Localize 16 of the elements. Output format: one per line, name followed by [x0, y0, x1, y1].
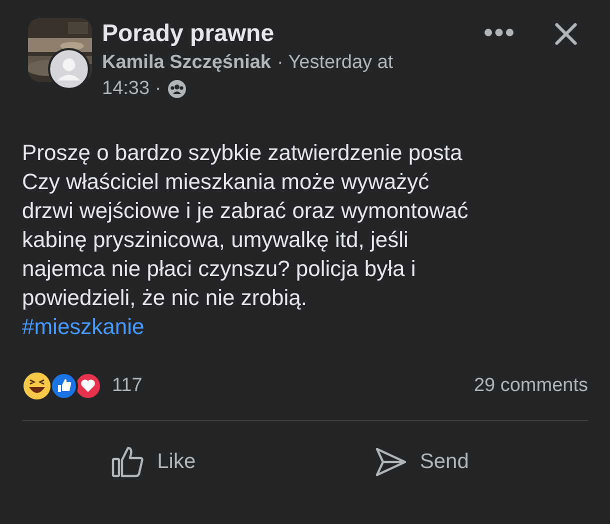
- send-button[interactable]: Send: [368, 441, 475, 483]
- more-icon[interactable]: [484, 28, 514, 37]
- like-button[interactable]: Like: [105, 441, 202, 483]
- post-time: 14:33 ·: [102, 77, 162, 101]
- author-name[interactable]: Kamila Szczęśniak: [102, 50, 271, 76]
- reaction-count: 117: [112, 375, 142, 397]
- close-icon[interactable]: [554, 22, 578, 46]
- thumbs-up-icon: [111, 445, 146, 479]
- post-date: · Yesterday at: [276, 51, 394, 75]
- user-avatar-icon[interactable]: [48, 48, 90, 90]
- comment-count[interactable]: 29 comments: [474, 375, 588, 397]
- group-icon: [167, 79, 188, 99]
- paper-plane-icon: [374, 445, 408, 479]
- group-name[interactable]: Porady prawne: [102, 18, 484, 50]
- hashtag-link[interactable]: #mieszkanie: [22, 312, 144, 341]
- post-text: Proszę o bardzo szybkie zatwierdzenie posta Czy właściciel mieszkania może wyważyć drzwi wejściowe i je zabrać oraz wymontować kabinę pryszinicowa, umywalkę itd, jeśli najemca nie płaci czynszu? policja była i powiedzieli, że nic nie zrobią.: [22, 139, 470, 312]
